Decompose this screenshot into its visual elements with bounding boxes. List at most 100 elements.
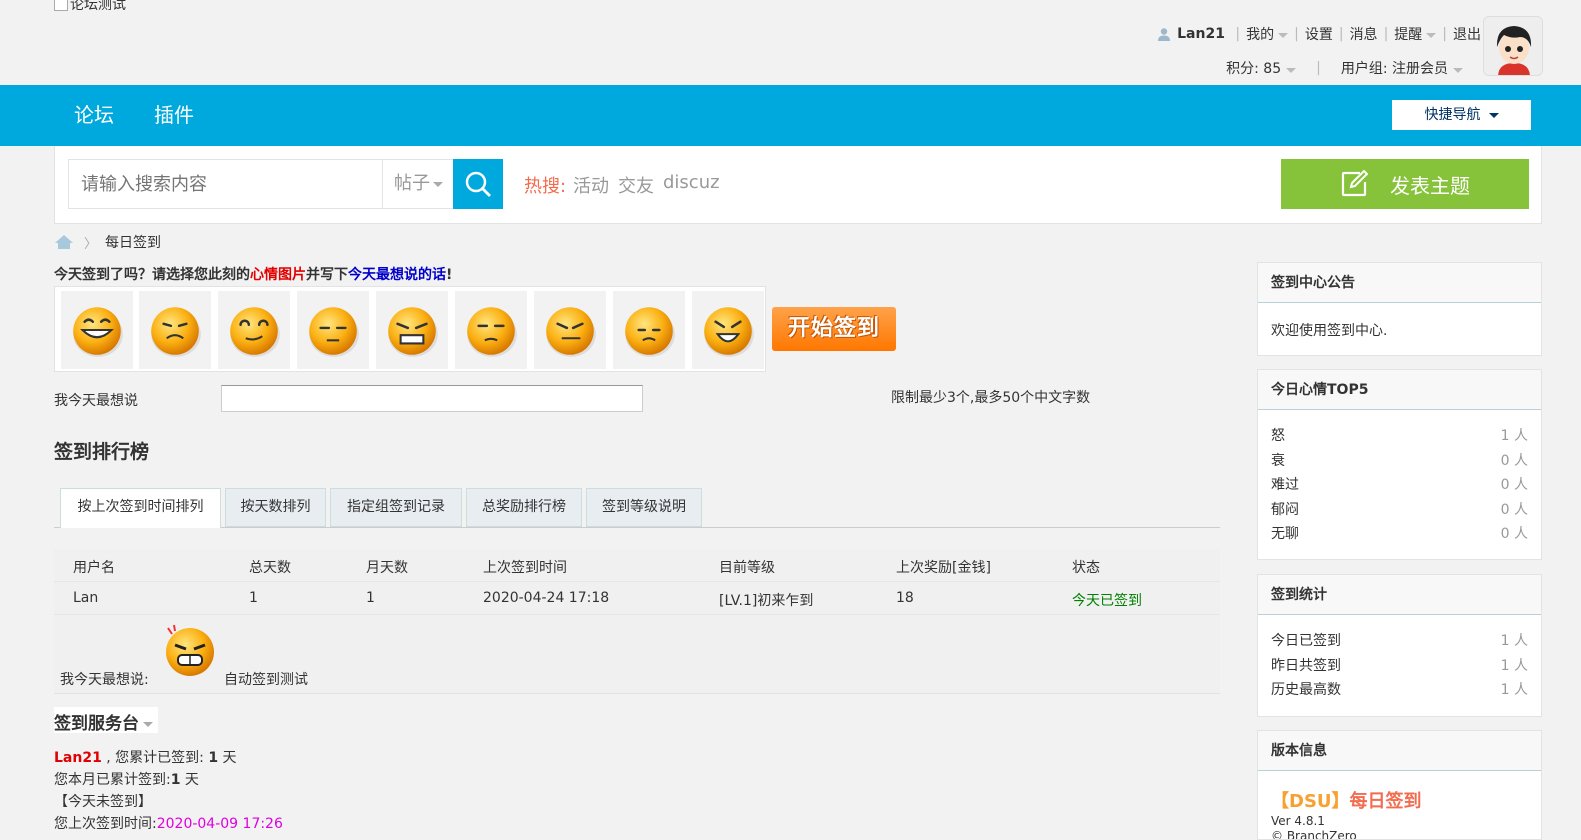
version-product[interactable]: 【DSU】每日签到 <box>1271 787 1528 813</box>
column-header: 用户名 <box>73 560 115 576</box>
nav-item-forum[interactable]: 论坛 <box>74 85 114 146</box>
column-header: 上次签到时间 <box>483 560 567 576</box>
divider: | <box>1338 26 1344 42</box>
emotion-face-icon <box>309 307 359 357</box>
logo-alt-text: 论坛测试 <box>70 0 126 13</box>
tab-reward-ranking[interactable]: 总奖励排行榜 <box>466 488 582 527</box>
emotion-option[interactable] <box>376 291 448 369</box>
emotion-face-icon <box>151 307 201 357</box>
settings-link[interactable]: 设置 <box>1305 24 1333 44</box>
tab-by-days[interactable]: 按天数排列 <box>225 488 326 527</box>
emotion-option[interactable] <box>534 291 606 369</box>
search-icon <box>465 171 491 197</box>
cell-month-days: 1 <box>366 590 375 606</box>
avatar[interactable] <box>1483 16 1543 76</box>
search-panel: 帖子 热搜: 活动 交友 discuz 发表主题 <box>54 146 1542 224</box>
list-item: 历史最高数 1 人 <box>1271 682 1528 698</box>
emotion-face-icon <box>704 307 754 357</box>
messages-link[interactable]: 消息 <box>1350 24 1378 44</box>
service-line-last: 您上次签到时间:2020-04-09 17:26 <box>54 816 283 832</box>
reminders-link[interactable]: 提醒 <box>1394 24 1437 44</box>
emotion-picker <box>54 286 766 372</box>
mood-top5-title: 今日心情TOP5 <box>1258 370 1541 410</box>
list-item: 郁闷 0 人 <box>1271 501 1528 518</box>
tab-group-records[interactable]: 指定组签到记录 <box>330 488 462 527</box>
notice-box: 签到中心公告 欢迎使用签到中心. <box>1257 262 1542 356</box>
say-label: 我今天最想说 <box>54 393 138 409</box>
cell-total-days: 1 <box>249 590 258 606</box>
user-menu: Lan21 | 我的 | 设置 | 消息 | 提醒 | 退出 <box>1157 24 1481 44</box>
list-item: 无聊 0 人 <box>1271 526 1528 542</box>
username-link[interactable]: Lan21 <box>1177 26 1225 42</box>
service-line-month: 您本月已累计签到:1 天 <box>54 772 199 788</box>
column-header: 目前等级 <box>719 560 775 576</box>
ranking-table: 用户名 总天数 月天数 上次签到时间 目前等级 上次奖励[金钱] 状态 Lan … <box>54 549 1220 615</box>
chevron-down-icon <box>433 181 443 187</box>
cell-level: [LV.1]初来乍到 <box>719 593 814 609</box>
emotion-option[interactable] <box>218 291 290 369</box>
nav-item-plugins[interactable]: 插件 <box>154 85 194 146</box>
post-topic-button[interactable]: 发表主题 <box>1281 159 1529 209</box>
emotion-option[interactable] <box>297 291 369 369</box>
user-group-link[interactable]: 用户组: 注册会员 <box>1341 58 1463 78</box>
emotion-face-icon <box>230 307 280 357</box>
home-icon[interactable] <box>54 234 74 250</box>
notice-text: 欢迎使用签到中心. <box>1271 323 1388 339</box>
hot-search-link[interactable]: 活动 <box>573 172 609 198</box>
divider: | <box>1230 26 1241 42</box>
version-box: 版本信息 【DSU】每日签到 Ver 4.8.1 © BranchZero <box>1257 730 1542 840</box>
hot-search-link[interactable]: discuz <box>663 172 720 193</box>
search-button[interactable] <box>453 159 503 209</box>
emotion-face-icon <box>73 307 123 357</box>
column-header: 上次奖励[金钱] <box>896 560 991 576</box>
divider: | <box>1383 26 1389 42</box>
cell-username[interactable]: Lan <box>73 590 98 606</box>
cell-last-time: 2020-04-24 17:18 <box>483 590 610 606</box>
emotion-option[interactable] <box>455 291 527 369</box>
user-stats: 积分: 85 | 用户组: 注册会员 <box>1226 58 1463 78</box>
notice-title: 签到中心公告 <box>1258 263 1541 303</box>
service-line-total: Lan21 , 您累计已签到: 1 天 <box>54 750 237 766</box>
stats-box: 签到统计 今日已签到 1 人 昨日共签到 1 人 历史最高数 1 人 <box>1257 574 1542 717</box>
chevron-down-icon <box>1286 68 1297 73</box>
list-item: 衰0 人 <box>1271 452 1528 469</box>
emotion-angry-icon <box>160 620 218 682</box>
start-sign-button[interactable]: 开始签到 <box>772 307 896 351</box>
emotion-option[interactable] <box>692 291 764 369</box>
search-type-select[interactable]: 帖子 <box>382 159 454 209</box>
say-limit-hint: 限制最少3个,最多50个中文字数 <box>891 390 1091 406</box>
my-menu-link[interactable]: 我的 <box>1246 24 1289 44</box>
mood-list: 怒1 人 衰0 人 难过 0 人 郁闷 0 人 无聊 0 人 <box>1258 410 1541 557</box>
version-title: 版本信息 <box>1258 731 1541 771</box>
tab-by-last-time[interactable]: 按上次签到时间排列 <box>60 488 221 528</box>
points-link[interactable]: 积分: 85 <box>1226 58 1297 78</box>
mood-top5-box: 今日心情TOP5 怒1 人 衰0 人 难过 0 人 郁闷 0 人 无聊 0 人 <box>1257 369 1542 560</box>
emotion-option[interactable] <box>139 291 211 369</box>
chevron-down-icon <box>1453 68 1463 73</box>
breadcrumb-current[interactable]: 每日签到 <box>105 232 161 252</box>
emotion-option[interactable] <box>613 291 685 369</box>
avatar-image <box>1484 17 1542 75</box>
logout-link[interactable]: 退出 <box>1453 24 1481 44</box>
stats-list: 今日已签到 1 人 昨日共签到 1 人 历史最高数 1 人 <box>1258 615 1541 713</box>
tab-level-info[interactable]: 签到等级说明 <box>586 488 702 527</box>
table-row-say: 我今天最想说: 自动签到测试 <box>54 615 1220 694</box>
search-input[interactable] <box>68 159 383 209</box>
divider: | <box>1316 60 1321 76</box>
cell-reward: 18 <box>896 590 914 606</box>
service-line-status: 【今天未签到】 <box>54 794 152 810</box>
say-input[interactable] <box>221 385 643 412</box>
emotion-face-icon <box>388 307 438 357</box>
version-copyright: © BranchZero <box>1271 829 1357 840</box>
main-nav: 论坛 插件 快捷导航 <box>0 85 1581 146</box>
emotion-option[interactable] <box>61 291 133 369</box>
list-item: 今日已签到 1 人 <box>1271 633 1528 649</box>
service-desk-title[interactable]: 签到服务台 <box>54 707 158 734</box>
quick-nav-button[interactable]: 快捷导航 <box>1392 100 1531 130</box>
hot-search-label: 热搜: <box>524 176 567 197</box>
emotion-face-icon <box>625 307 675 357</box>
ranking-title: 签到排行榜 <box>54 441 150 463</box>
list-item: 怒1 人 <box>1271 428 1528 444</box>
site-logo[interactable]: 论坛测试 <box>54 0 126 14</box>
hot-search-link[interactable]: 交友 <box>618 172 654 198</box>
